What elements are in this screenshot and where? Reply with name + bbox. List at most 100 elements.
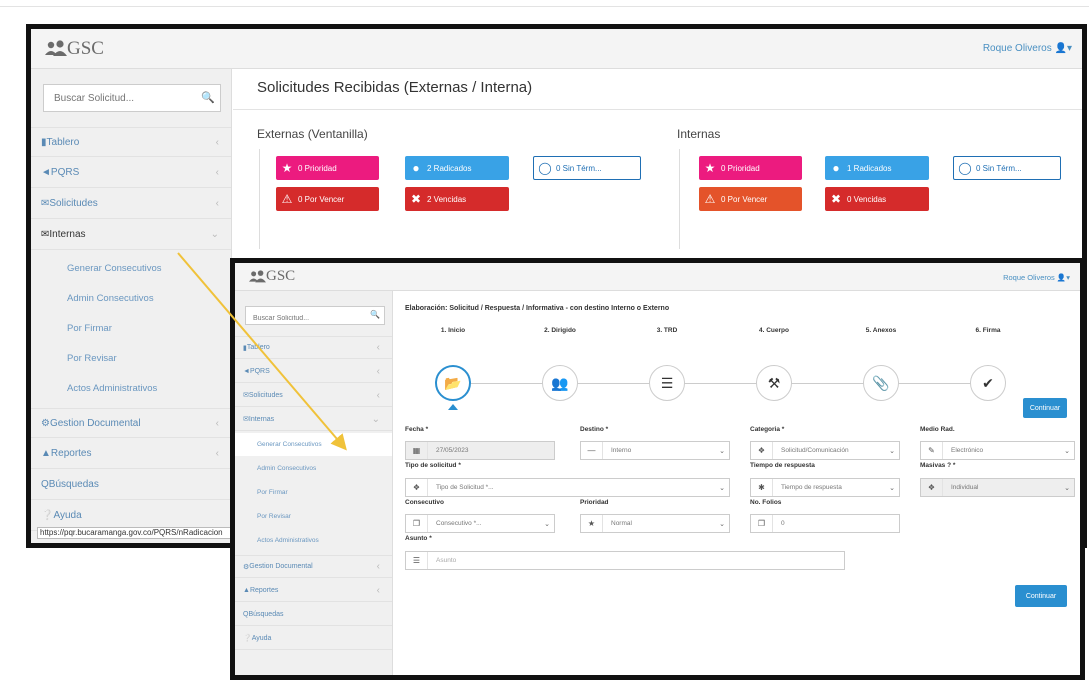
field-value: Consecutivo *... — [436, 520, 482, 527]
step-label-6: 6. Firma — [975, 327, 1001, 334]
sidebar-item-solicitudes[interactable]: ✉ Solicitudes ‹ — [235, 384, 392, 407]
sidebar-subitem-generar[interactable]: Generar Consecutivos — [31, 253, 231, 283]
wizard-line — [453, 383, 988, 384]
page-title: Solicitudes Recibidas (Externas / Intern… — [257, 79, 533, 96]
int-sin-term-tile[interactable]: ◯ 0 Sin Térm... — [953, 156, 1061, 180]
step-2-dirigido[interactable]: 👥 — [542, 365, 578, 401]
field-value: Interno — [611, 447, 632, 454]
star-icon: ★ — [581, 515, 603, 532]
tipo-select[interactable]: ❖ Tipo de Solicitud *... ⌄ — [405, 478, 730, 497]
asterisk-icon: ✱ — [751, 479, 773, 496]
app-logo[interactable]: GSC — [249, 268, 295, 285]
sidebar-item-tablero[interactable]: ▮ Tablero ‹ — [235, 336, 392, 359]
int-prioridad-tile[interactable]: ★ 0 Prioridad — [699, 156, 802, 180]
step-3-trd[interactable]: ☰ — [649, 365, 685, 401]
chevron-down-icon: ⌄ — [1064, 484, 1070, 492]
ext-vencidas-tile[interactable]: ✖ 2 Vencidas — [405, 187, 509, 211]
sidebar-item-reportes[interactable]: ▲ Reportes ‹ — [235, 579, 392, 602]
folios-label: No. Folios — [750, 499, 782, 506]
sidebar-item-busquedas[interactable]: Q Búsquedas — [31, 470, 231, 500]
destino-select[interactable]: — Interno ⌄ — [580, 441, 730, 460]
prioridad-select[interactable]: ★ Normal ⌄ — [580, 514, 730, 533]
tile-label: 2 Radicados — [427, 163, 472, 173]
asunto-label: Asunto * — [405, 535, 432, 542]
app-logo[interactable]: GSC — [45, 38, 104, 60]
sidebar-subitem-generar[interactable]: Generar Consecutivos — [235, 433, 392, 456]
title-divider — [233, 109, 1082, 110]
sidebar-subitem-admin[interactable]: Admin Consecutivos — [235, 457, 392, 480]
sidebar-subitem-por-revisar[interactable]: Por Revisar — [31, 343, 231, 373]
sidebar-item-label: Ayuda — [53, 510, 82, 521]
sidebar-item-gestion[interactable]: ⚙ Gestion Documental ‹ — [235, 555, 392, 578]
copy-icon: ❐ — [406, 515, 428, 532]
sidebar-item-internas[interactable]: ✉ Internas ⌄ — [235, 408, 392, 431]
ext-sin-term-tile[interactable]: ◯ 0 Sin Térm... — [533, 156, 641, 180]
sidebar-subitem-por-firmar[interactable]: Por Firmar — [31, 313, 231, 343]
search-icon[interactable]: 🔍 — [370, 310, 380, 319]
sidebar-subitem-actos[interactable]: Actos Administrativos — [235, 529, 392, 552]
sidebar-subitem-por-firmar[interactable]: Por Firmar — [235, 481, 392, 504]
search-icon[interactable]: 🔍 — [201, 91, 215, 104]
user-menu[interactable]: Roque Oliveros 👤▾ — [983, 43, 1072, 54]
step-5-anexos[interactable]: 📎 — [863, 365, 899, 401]
chevron-left-icon: ‹ — [215, 136, 219, 148]
int-radicados-tile[interactable]: ● 1 Radicados — [825, 156, 929, 180]
sidebar-item-pqrs[interactable]: ◄ PQRS ‹ — [31, 158, 231, 188]
destino-label: Destino * — [580, 426, 609, 433]
sidebar-item-ayuda[interactable]: ❔ Ayuda — [235, 627, 392, 650]
fecha-label: Fecha * — [405, 426, 429, 433]
tiempo-select[interactable]: ✱ Tiempo de respuesta ⌄ — [750, 478, 900, 497]
fecha-field[interactable]: ▦ 27/05/2023 — [405, 441, 555, 460]
chevron-down-icon: ⌄ — [1064, 447, 1070, 455]
calendar-icon: ▦ — [406, 442, 428, 459]
search-input[interactable] — [44, 85, 189, 111]
sidebar-item-busquedas[interactable]: Q Búsquedas — [235, 603, 392, 626]
sidebar-item-pqrs[interactable]: ◄ PQRS ‹ — [235, 360, 392, 383]
continuar-button-bottom[interactable]: Continuar — [1015, 585, 1067, 607]
sidebar-item-label: Tablero — [46, 136, 80, 148]
sidebar-item-internas[interactable]: ✉ Internas ⌄ — [31, 220, 231, 250]
consecutivo-label: Consecutivo — [405, 499, 445, 506]
masivas-select[interactable]: ❖ Individual ⌄ — [920, 478, 1075, 497]
masivas-label: Masivas ? * — [920, 462, 956, 469]
active-step-caret — [448, 404, 458, 410]
sidebar-item-gestion[interactable]: ⚙ Gestion Documental ‹ — [31, 408, 231, 438]
sidebar-item-tablero[interactable]: ▮ Tablero ‹ — [31, 127, 231, 157]
medio-select[interactable]: ✎ Electrónico ⌄ — [920, 441, 1075, 460]
sidebar-item-label: Ayuda — [251, 634, 272, 642]
field-value: Tiempo de respuesta — [781, 484, 842, 491]
chevron-left-icon: ‹ — [215, 167, 219, 178]
categoria-select[interactable]: ❖ Solicitud/Comunicación ⌄ — [750, 441, 900, 460]
sidebar-item-reportes[interactable]: ▲ Reportes ‹ — [31, 439, 231, 469]
field-value: Individual — [951, 484, 979, 491]
ext-radicados-tile[interactable]: ● 2 Radicados — [405, 156, 509, 180]
chevron-down-icon: ⌄ — [371, 413, 380, 425]
thumbs-up-icon: ◯ — [958, 161, 972, 175]
search-input[interactable] — [246, 310, 361, 327]
warning-icon: ⚠ — [704, 192, 716, 206]
asunto-input[interactable]: ☰ Asunto — [405, 551, 845, 570]
tile-label: 0 Por Vencer — [721, 194, 768, 204]
field-placeholder: Asunto — [436, 557, 457, 564]
sidebar-subitem-por-revisar[interactable]: Por Revisar — [235, 505, 392, 528]
int-vencidas-tile[interactable]: ✖ 0 Vencidas — [825, 187, 929, 211]
sidebar-subitem-admin[interactable]: Admin Consecutivos — [31, 283, 231, 313]
consecutivo-select[interactable]: ❐ Consecutivo *... ⌄ — [405, 514, 555, 533]
continuar-button-top[interactable]: Continuar — [1023, 398, 1067, 418]
ext-prioridad-tile[interactable]: ★ 0 Prioridad — [276, 156, 379, 180]
sidebar-item-solicitudes[interactable]: ✉ Solicitudes ‹ — [31, 189, 231, 219]
brand-name: GSC — [266, 268, 296, 284]
close-icon: ✖ — [830, 192, 842, 206]
sidebar-subitem-actos[interactable]: Actos Administrativos — [31, 373, 231, 403]
chevron-down-icon: ⌄ — [544, 520, 550, 528]
step-6-firma[interactable]: ✔ — [970, 365, 1006, 401]
ext-por-vencer-tile[interactable]: ⚠ 0 Por Vencer — [276, 187, 379, 211]
int-por-vencer-tile[interactable]: ⚠ 0 Por Vencer — [699, 187, 802, 211]
step-1-inicio[interactable]: 📂 — [435, 365, 471, 401]
area-chart-icon: ▲ — [243, 586, 250, 594]
step-4-cuerpo[interactable]: ⚒ — [756, 365, 792, 401]
user-icon: ● — [832, 161, 840, 175]
user-menu[interactable]: Roque Oliveros 👤▾ — [1003, 273, 1070, 282]
top-bar: GSC Roque Oliveros 👤▾ — [31, 29, 1082, 69]
folios-input[interactable]: ❐ 0 — [750, 514, 900, 533]
